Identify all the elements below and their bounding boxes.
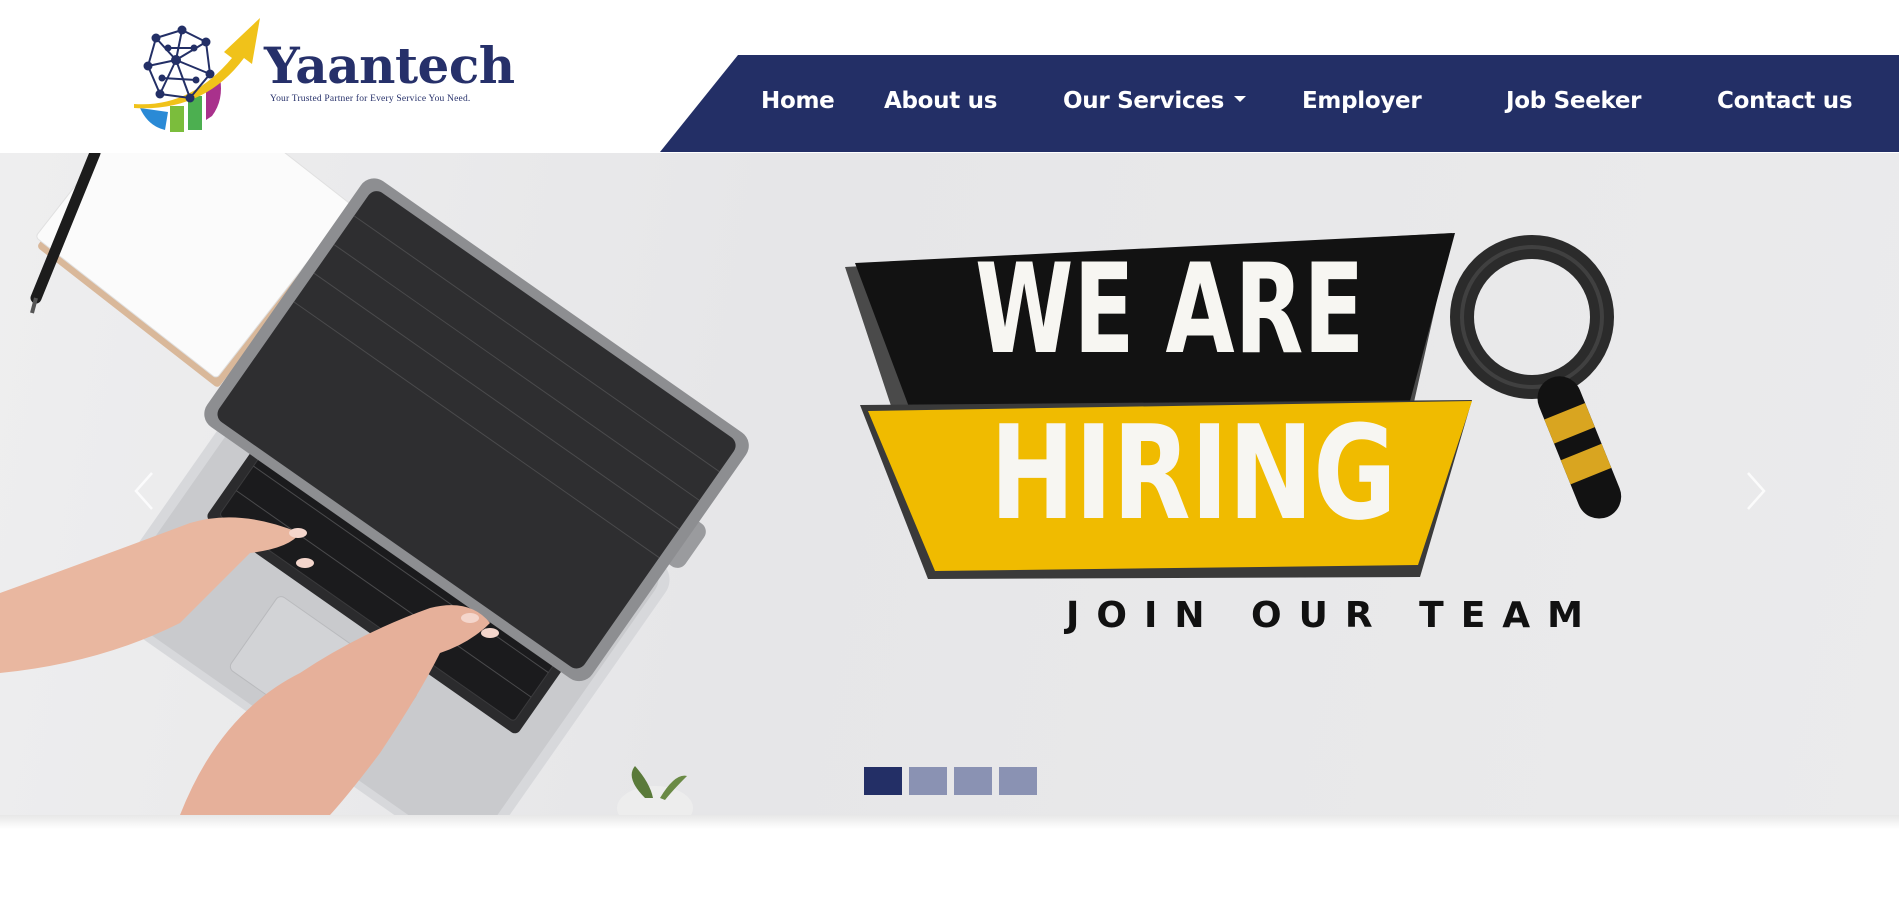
nav-our-services[interactable]: Our Services [1063,88,1246,114]
chevron-left-icon[interactable] [130,467,158,515]
carousel-indicator-1[interactable] [864,767,902,795]
main-nav [660,55,1899,152]
carousel-indicator-3[interactable] [954,767,992,795]
chevron-right-icon[interactable] [1742,467,1770,515]
brand-tagline: Your Trusted Partner for Every Service Y… [270,93,471,104]
nav-home[interactable]: Home [761,88,835,114]
logo[interactable]: Yaantech Your Trusted Partner for Every … [120,8,515,136]
carousel-indicator-2[interactable] [909,767,947,795]
hero-headline-hiring: HIRING [990,397,1397,549]
nav-about-us[interactable]: About us [884,88,997,114]
nav-job-seeker[interactable]: Job Seeker [1506,88,1642,114]
nav-employer[interactable]: Employer [1302,88,1422,114]
hero-shadow [0,815,1899,829]
logo-icon [134,18,260,132]
site-header: Yaantech Your Trusted Partner for Every … [0,0,1899,153]
carousel-indicators [864,767,1037,795]
hero-headline-we-are: WE ARE [975,238,1365,382]
magnifier-icon [1450,235,1622,519]
nav-our-services-label: Our Services [1063,88,1224,114]
hero-subline: JOIN OUR TEAM [1066,595,1600,636]
carousel-indicator-4[interactable] [999,767,1037,795]
hero-carousel: WE ARE HIRING JOIN OUR TEAM [0,153,1899,815]
brand-name: Yaantech [264,35,515,95]
brand: Yaantech Your Trusted Partner for Every … [264,35,515,104]
caret-down-icon [1233,95,1246,102]
nav-contact-us[interactable]: Contact us [1717,88,1853,114]
